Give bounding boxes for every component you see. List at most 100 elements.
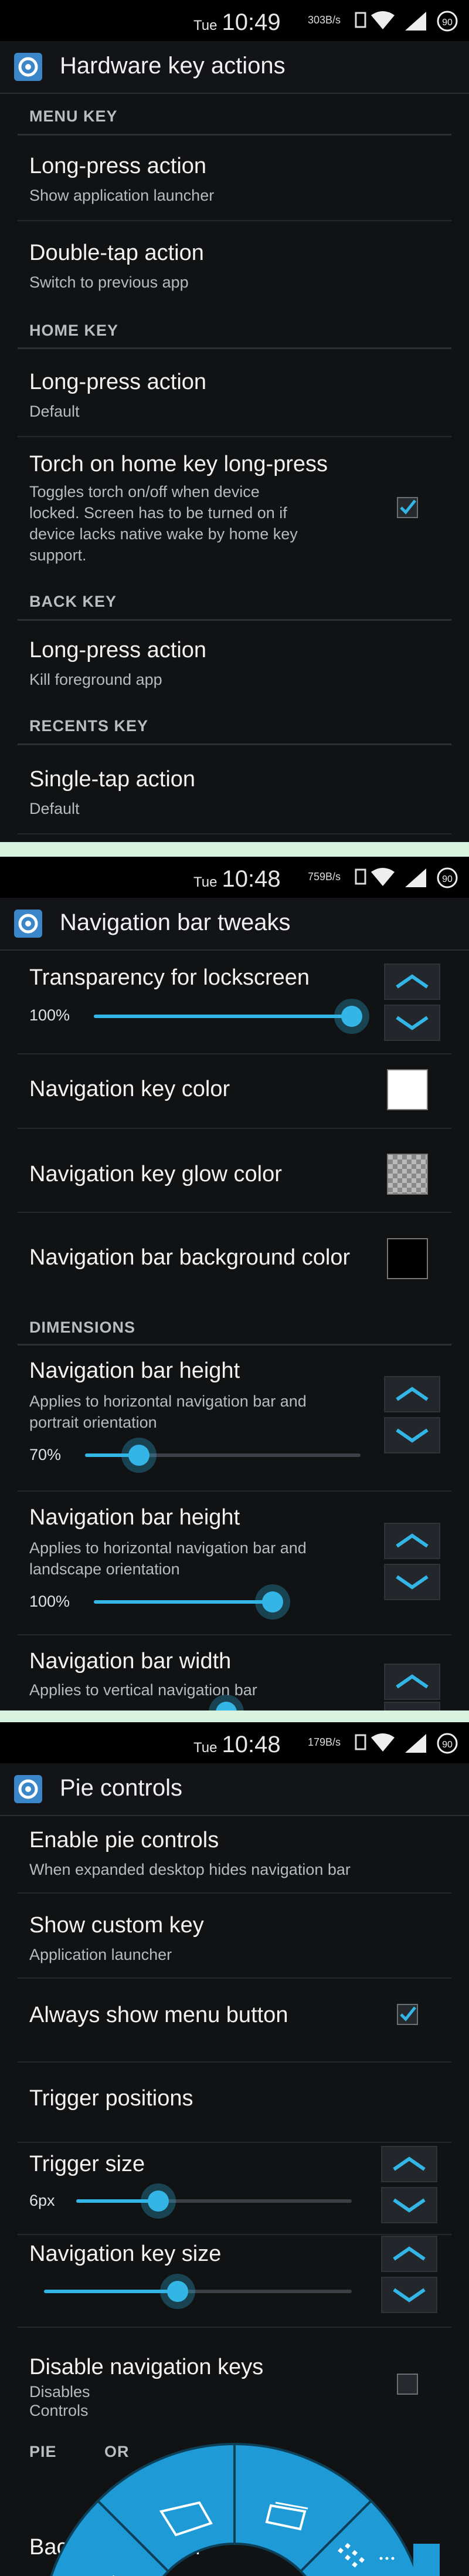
section-back-key: BACK KEY — [29, 593, 117, 610]
key-size-slider[interactable] — [44, 2280, 352, 2303]
step-down-button[interactable] — [384, 1005, 440, 1041]
trigger-size-slider[interactable] — [76, 2189, 352, 2213]
height-portrait-slider[interactable] — [85, 1443, 361, 1467]
color-swatch[interactable] — [387, 1238, 428, 1279]
color-swatch[interactable] — [387, 1069, 428, 1110]
divider — [18, 2061, 451, 2063]
pref-title: Navigation key glow color — [29, 1162, 282, 1186]
step-down-icon — [396, 1428, 429, 1443]
svg-text:90: 90 — [442, 18, 453, 28]
settings-app-icon[interactable] — [13, 52, 43, 82]
pref-summary-line-2: locked. Screen has to be turned on if — [29, 504, 287, 522]
wifi-icon — [371, 868, 395, 886]
battery-icon: 90 — [437, 11, 458, 32]
divider — [18, 1128, 451, 1129]
signal-icon — [405, 1734, 426, 1753]
action-bar: Navigation bar tweaks — [0, 898, 469, 951]
checkbox-icon[interactable] — [396, 496, 419, 519]
step-up-icon — [396, 1533, 429, 1548]
pref-summary: Default — [29, 800, 80, 817]
color-swatch[interactable] — [387, 1154, 428, 1195]
hardware-key-actions-screen: Tue 10:49 303B/s 90 Hardware key actions … — [0, 0, 469, 842]
slider-thumb[interactable] — [148, 2190, 169, 2212]
section-dimensions: DIMENSIONS — [29, 1319, 136, 1336]
divider — [18, 619, 451, 621]
slider-thumb[interactable] — [216, 1702, 237, 1710]
pref-summary: Default — [29, 403, 80, 420]
divider — [18, 1634, 451, 1635]
slider-fill — [94, 1015, 352, 1018]
step-up-button[interactable] — [384, 1376, 440, 1412]
checkbox-icon[interactable] — [396, 2372, 419, 2396]
pref-title: Transparency for lockscreen — [29, 965, 310, 990]
pref-title: Navigation bar height — [29, 1358, 240, 1383]
sim-icon — [355, 1734, 366, 1750]
slider-thumb[interactable] — [262, 1591, 283, 1612]
step-down-button[interactable] — [384, 1417, 440, 1453]
status-bar: Tue 10:49 303B/s 90 — [0, 0, 469, 41]
pref-title: Disable navigation keys — [29, 2355, 264, 2379]
slider-thumb[interactable] — [341, 1006, 362, 1027]
divider — [18, 1892, 451, 1894]
transparency-slider[interactable] — [94, 1005, 362, 1028]
pref-summary-line-2: landscape orientation — [29, 1560, 180, 1578]
step-down-button[interactable] — [381, 2277, 437, 2313]
step-up-button[interactable] — [381, 2236, 437, 2272]
step-down-icon — [385, 1703, 439, 1710]
battery-icon: 90 — [437, 1733, 458, 1754]
section-pie-fragment-suffix: OR — [104, 2443, 130, 2460]
settings-app-icon[interactable] — [13, 908, 43, 939]
step-up-icon — [393, 2246, 426, 2261]
step-up-button[interactable] — [384, 964, 440, 1000]
sim-icon — [355, 868, 366, 885]
height-landscape-slider[interactable] — [94, 1590, 283, 1614]
svg-text:90: 90 — [442, 874, 453, 884]
pref-summary-line-3: device lacks native wake by home key — [29, 525, 298, 543]
signal-icon — [405, 12, 426, 31]
slider-value: 6px — [29, 2192, 55, 2209]
pref-title: Navigation bar width — [29, 1649, 232, 1674]
pref-title: Single-tap action — [29, 767, 196, 792]
pref-summary: Switch to previous app — [29, 273, 189, 291]
signal-icon — [405, 868, 426, 887]
step-up-icon — [393, 2156, 426, 2171]
settings-app-icon[interactable] — [13, 1774, 43, 1804]
sim-icon — [355, 12, 366, 28]
pie-controls-screen: Tue 10:48 179B/s 90 Pie controls Enable p… — [0, 1722, 469, 2576]
pref-summary: Show application launcher — [29, 187, 215, 204]
pref-summary-fragment-1: Disables — [29, 2383, 90, 2401]
slider-value: 100% — [29, 1006, 70, 1024]
slider-value: 100% — [29, 1593, 70, 1610]
step-down-button[interactable] — [384, 1564, 440, 1600]
section-recents-key: RECENTS KEY — [29, 717, 149, 735]
status-time: Tue 10:49 — [193, 9, 281, 36]
wifi-icon — [371, 11, 395, 29]
step-down-button[interactable] — [384, 1702, 440, 1710]
page-title: Hardware key actions — [60, 53, 286, 79]
section-home-key: HOME KEY — [29, 322, 119, 339]
page-title: Pie controls — [60, 1775, 182, 1801]
pref-title: Navigation key color — [29, 1077, 230, 1101]
section-menu-key: MENU KEY — [29, 107, 118, 125]
step-up-button[interactable] — [384, 1523, 440, 1559]
pref-summary-line-4: support. — [29, 546, 87, 564]
pref-title: Always show menu button — [29, 2003, 288, 2027]
step-down-button[interactable] — [381, 2187, 437, 2223]
divider — [18, 436, 451, 437]
step-up-button[interactable] — [384, 1664, 440, 1700]
divider — [18, 2327, 451, 2328]
page-title: Navigation bar tweaks — [60, 910, 291, 935]
slider-thumb[interactable] — [167, 2281, 188, 2302]
pref-title: Double-tap action — [29, 241, 204, 265]
slider-thumb[interactable] — [128, 1445, 150, 1466]
step-up-button[interactable] — [381, 2146, 437, 2182]
divider — [18, 1977, 451, 1979]
pref-title: Long-press action — [29, 370, 207, 394]
status-day: Tue — [193, 874, 217, 890]
status-bar: Tue 10:48 759B/s 90 — [0, 857, 469, 898]
divider — [18, 134, 451, 136]
divider — [18, 1490, 451, 1492]
pref-title: Navigation bar height — [29, 1505, 240, 1530]
checkbox-icon[interactable] — [396, 2003, 419, 2026]
pref-summary-line-1: Applies to horizontal navigation bar and — [29, 1539, 307, 1557]
